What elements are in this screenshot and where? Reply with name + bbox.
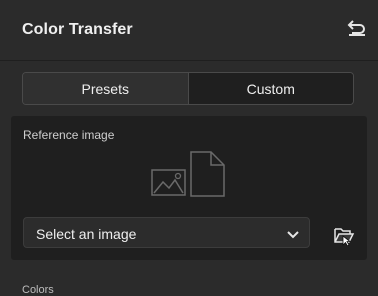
reference-image-label: Reference image bbox=[23, 128, 115, 142]
panel-title: Color Transfer bbox=[22, 21, 133, 38]
mode-tabs: Presets Custom bbox=[22, 72, 354, 105]
tab-custom[interactable]: Custom bbox=[188, 73, 353, 104]
header-divider bbox=[0, 60, 378, 61]
tab-presets[interactable]: Presets bbox=[23, 73, 189, 104]
chevron-down-icon bbox=[287, 227, 299, 245]
image-select-dropdown[interactable]: Select an image bbox=[23, 217, 310, 248]
dropdown-value: Select an image bbox=[36, 226, 137, 242]
panel-header: Color Transfer bbox=[0, 0, 378, 60]
section-label-partial: Colors bbox=[22, 284, 54, 296]
reset-button[interactable] bbox=[345, 19, 369, 41]
undo-arrow-icon bbox=[347, 19, 367, 41]
folder-open-icon[interactable] bbox=[333, 224, 355, 251]
reference-image-panel: Reference image Select an image bbox=[11, 116, 367, 260]
image-document-icon bbox=[151, 150, 227, 205]
